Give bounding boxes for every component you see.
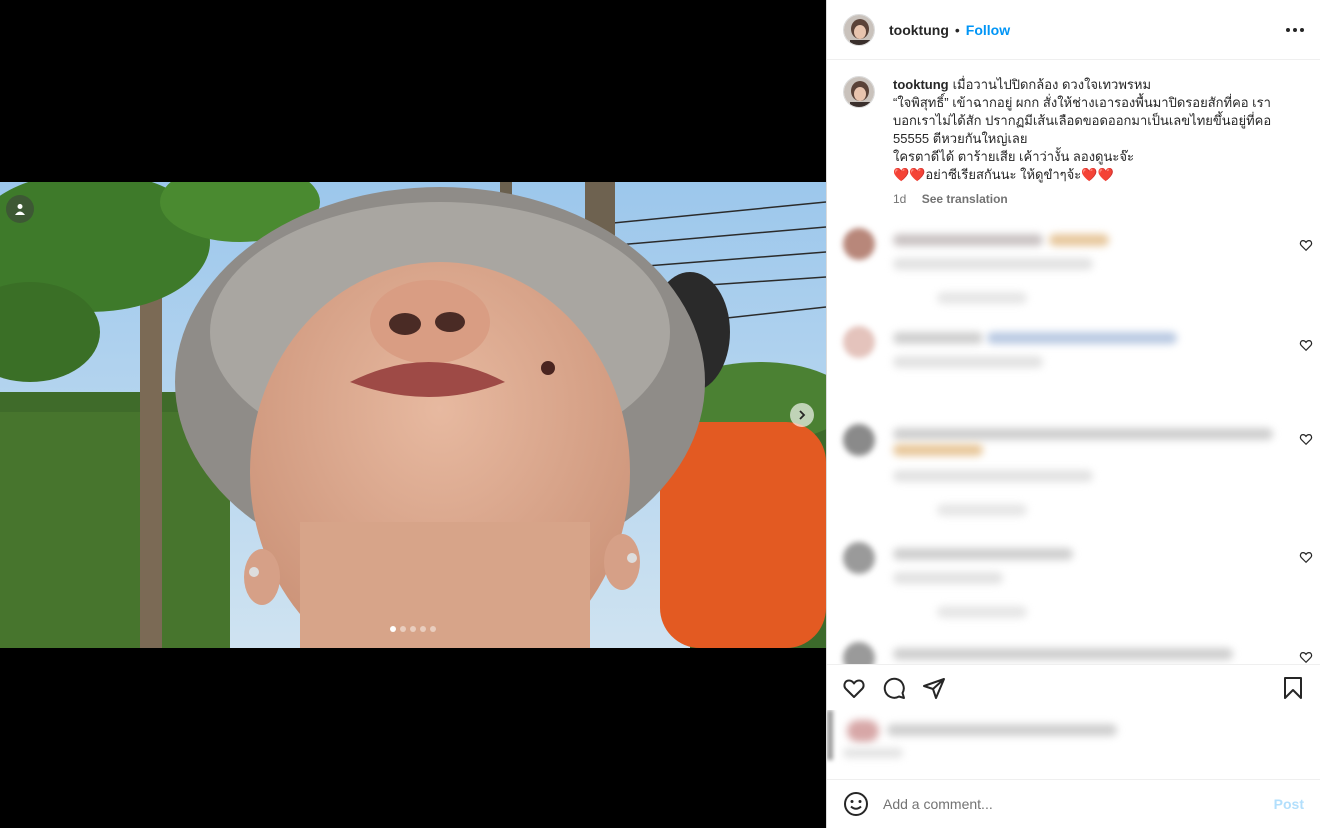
comment-input[interactable] xyxy=(883,796,1264,812)
caption-line: เมื่อวานไปปิดกล้อง ดวงใจเทวพรหม xyxy=(952,77,1152,92)
list-item xyxy=(827,420,1320,538)
heart-outline-icon[interactable] xyxy=(1299,550,1313,564)
save-button[interactable] xyxy=(1280,675,1306,701)
emoji-smile-icon[interactable] xyxy=(843,791,869,817)
next-slide-button[interactable] xyxy=(790,403,814,427)
list-item xyxy=(827,220,1320,320)
list-item xyxy=(827,638,1320,664)
carousel-dot xyxy=(430,626,436,632)
send-paper-plane-icon xyxy=(923,677,945,699)
more-horizontal-icon[interactable] xyxy=(1286,18,1304,42)
heart-outline-icon[interactable] xyxy=(1299,338,1313,352)
caption-line: บอกเราไม่ได้สัก ปรากฏมีเส้นเลือดขอดออกมา… xyxy=(893,113,1272,128)
likes-summary-redacted xyxy=(827,710,1320,778)
heart-outline-icon[interactable] xyxy=(1299,238,1313,252)
list-item xyxy=(827,320,1320,420)
caption-line: “ใจพิสุทธิ์” เข้าฉากอยู่ ผกก สั่งให้ช่าง… xyxy=(893,95,1271,110)
post-photo[interactable] xyxy=(0,182,826,648)
post-actions-bar xyxy=(827,664,1320,710)
author-avatar[interactable] xyxy=(843,13,875,46)
heart-emoji: ❤️❤️ xyxy=(893,167,926,182)
caption-time: 1d xyxy=(893,192,907,206)
comments-list[interactable]: tooktung เมื่อวานไปปิดกล้อง ดวงใจเทวพรหม … xyxy=(827,60,1320,664)
caption-username[interactable]: tooktung xyxy=(893,77,949,92)
header-separator: • xyxy=(954,21,960,38)
add-comment-bar: Post xyxy=(827,779,1320,828)
tag-icon[interactable] xyxy=(6,195,34,223)
follow-button[interactable]: Follow xyxy=(966,22,1010,38)
post-header: tooktung • Follow xyxy=(827,0,1320,60)
heart-outline-icon[interactable] xyxy=(1299,650,1313,664)
carousel-dot xyxy=(400,626,406,632)
caption-avatar[interactable] xyxy=(843,76,875,108)
caption: tooktung เมื่อวานไปปิดกล้อง ดวงใจเทวพรหม … xyxy=(843,76,1304,208)
caption-line: ใครตาดีได้ ตาร้ายเสีย เค้าว่างั้น ลองดูน… xyxy=(893,149,1134,164)
author-username[interactable]: tooktung xyxy=(889,22,949,38)
blurred-comments xyxy=(827,220,1320,664)
post-side-panel: tooktung • Follow tooktung เมื่อวานไปปิดก… xyxy=(826,0,1320,828)
list-item xyxy=(827,538,1320,638)
caption-meta: 1d See translation xyxy=(893,190,1293,208)
see-translation-link[interactable]: See translation xyxy=(922,192,1008,206)
comment-button[interactable] xyxy=(881,675,907,701)
bookmark-icon xyxy=(1284,676,1302,699)
heart-outline-icon xyxy=(843,679,865,698)
carousel-dot xyxy=(420,626,426,632)
caption-last-line: ❤️❤️อย่าซีเรียสกันนะ ให้ดูขำๆจ้ะ❤️❤️ xyxy=(893,166,1293,184)
chevron-right-icon xyxy=(799,410,806,420)
post-button[interactable]: Post xyxy=(1274,796,1304,812)
carousel-dot xyxy=(390,626,396,632)
carousel-indicator xyxy=(0,626,826,632)
heart-outline-icon[interactable] xyxy=(1299,432,1313,446)
carousel-dot xyxy=(410,626,416,632)
post-media-area xyxy=(0,0,826,828)
caption-line: 55555 ตีหวยกันใหญ่เลย xyxy=(893,131,1028,146)
share-button[interactable] xyxy=(921,675,947,701)
heart-emoji: ❤️❤️ xyxy=(1081,167,1114,182)
caption-text: อย่าซีเรียสกันนะ ให้ดูขำๆจ้ะ xyxy=(925,167,1082,182)
photo-illustration xyxy=(0,182,826,648)
comment-bubble-icon xyxy=(883,677,905,699)
like-button[interactable] xyxy=(841,675,867,701)
